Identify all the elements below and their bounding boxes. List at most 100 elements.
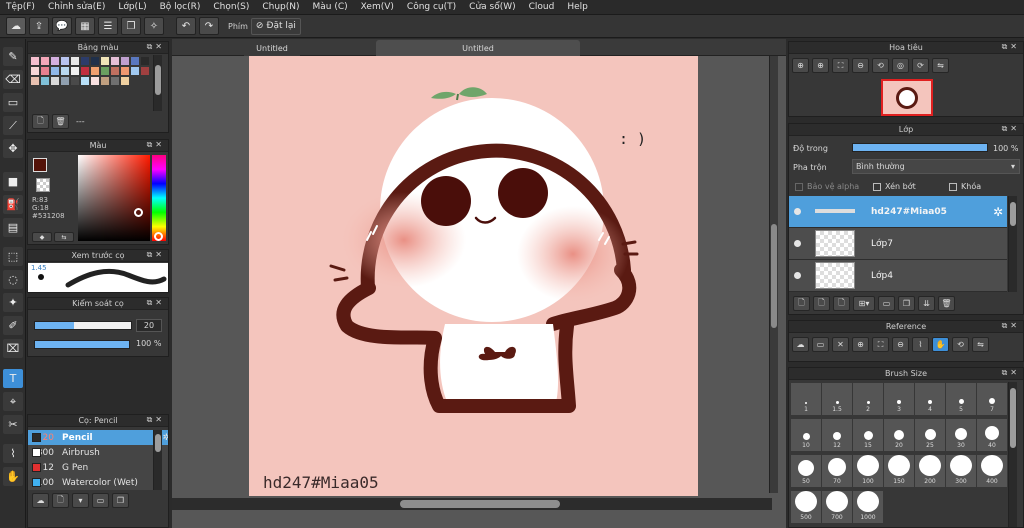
menu-item[interactable]: Xem(V) xyxy=(361,2,394,12)
zoom-in-icon[interactable]: ⊕ xyxy=(792,58,809,73)
ref-open-icon[interactable]: ▭ xyxy=(812,337,829,352)
ref-fit-icon[interactable]: ⛶ xyxy=(872,337,889,352)
palette-scrollbar[interactable] xyxy=(153,55,162,111)
palette-swatch[interactable] xyxy=(41,57,49,65)
divide-tool-icon[interactable]: ✂ xyxy=(3,415,23,434)
layer-opacity-slider[interactable] xyxy=(852,143,988,152)
lock-checkbox[interactable] xyxy=(949,182,957,191)
brush-opacity-slider[interactable] xyxy=(34,340,130,349)
operation-tool-icon[interactable]: ⌖ xyxy=(3,392,23,411)
brush-folder-icon[interactable]: ▭ xyxy=(92,493,109,508)
clipping-checkbox[interactable] xyxy=(873,182,881,191)
merge-layer-icon[interactable]: ⇊ xyxy=(918,296,935,311)
brush-list-scrollbar[interactable] xyxy=(153,430,162,490)
delete-layer-icon[interactable]: 🗑 xyxy=(938,296,955,311)
brush-size-cell[interactable]: 2 xyxy=(853,383,883,415)
text-tool-icon[interactable]: T xyxy=(3,369,23,388)
brush-size-input[interactable]: 20 xyxy=(136,319,162,332)
new-palette-icon[interactable]: 🗋 xyxy=(32,114,49,129)
primary-color-swatch[interactable] xyxy=(33,158,47,172)
brush-size-cell[interactable]: 300 xyxy=(946,455,976,487)
palette-swatch[interactable] xyxy=(121,57,129,65)
brush-size-cell[interactable]: 500 xyxy=(791,491,821,523)
panel-controls-icon[interactable]: ⧉✕ xyxy=(1002,321,1020,331)
brush-size-cell[interactable]: 20 xyxy=(884,419,914,451)
brush-list-item[interactable]: 20Pencil✲ xyxy=(28,430,168,445)
palette-swatch[interactable] xyxy=(111,77,119,85)
eyedropper-icon[interactable]: ⌇ xyxy=(3,444,23,463)
palette-swatch[interactable] xyxy=(91,57,99,65)
menu-item[interactable]: Bộ lọc(R) xyxy=(160,2,201,12)
brush-add-menu-icon[interactable]: ▾ xyxy=(72,493,89,508)
brush-size-cell[interactable]: 40 xyxy=(977,419,1007,451)
export-icon[interactable]: ⇪ xyxy=(29,17,49,35)
color-swap-button[interactable]: ⇆ xyxy=(54,232,74,242)
menu-item[interactable]: Màu (C) xyxy=(313,2,348,12)
brush-size-cell[interactable]: 25 xyxy=(915,419,945,451)
ref-zoom-out-icon[interactable]: ⊖ xyxy=(892,337,909,352)
palette-swatch[interactable] xyxy=(31,57,39,65)
palette-swatch[interactable] xyxy=(101,77,109,85)
ref-close-icon[interactable]: ✕ xyxy=(832,337,849,352)
brush-size-cell[interactable]: 7 xyxy=(977,383,1007,415)
list-icon[interactable]: ☰ xyxy=(98,17,118,35)
ref-eyedropper-icon[interactable]: ⌇ xyxy=(912,337,929,352)
zoom-in-alt-icon[interactable]: ⊕ xyxy=(812,58,829,73)
palette-swatch[interactable] xyxy=(81,67,89,75)
panel-controls-icon[interactable]: ⧉✕ xyxy=(1002,124,1020,134)
panel-controls-icon[interactable]: ⧉✕ xyxy=(147,298,165,308)
reset-button[interactable]: ⊘ Đặt lại xyxy=(250,17,301,35)
menu-item[interactable]: Chỉnh sửa(E) xyxy=(48,2,105,12)
brush-size-cell[interactable]: 5 xyxy=(946,383,976,415)
panel-controls-icon[interactable]: ⧉✕ xyxy=(147,42,165,52)
palette-swatch[interactable] xyxy=(61,67,69,75)
brush-size-scrollbar[interactable] xyxy=(1008,382,1017,527)
filter-icon[interactable]: ✧ xyxy=(144,17,164,35)
palette-swatch[interactable] xyxy=(61,57,69,65)
brush-size-slider[interactable] xyxy=(34,321,132,330)
palette-swatch[interactable] xyxy=(121,77,129,85)
panel-controls-icon[interactable]: ⧉✕ xyxy=(147,250,165,260)
eye-icon[interactable] xyxy=(794,272,801,279)
select-tool-icon[interactable]: ⬚ xyxy=(3,247,23,266)
rotate-right-icon[interactable]: ⟳ xyxy=(912,58,929,73)
brush-list-item[interactable]: 100 Watercolor (Wet) xyxy=(28,475,168,490)
blend-mode-select[interactable]: Bình thường ▾ xyxy=(852,159,1020,174)
gear-icon[interactable]: ✲ xyxy=(162,433,168,443)
palette-swatch[interactable] xyxy=(71,57,79,65)
select-eraser-icon[interactable]: ⌧ xyxy=(3,339,23,358)
zoom-out-icon[interactable]: ⊖ xyxy=(852,58,869,73)
rectangle-tool-icon[interactable]: ■ xyxy=(3,172,23,191)
add-layer-menu-icon[interactable]: ⊞▾ xyxy=(853,296,875,311)
menu-item[interactable]: Lớp(L) xyxy=(118,2,146,12)
menu-item[interactable]: Help xyxy=(567,2,588,12)
ref-rotate-icon[interactable]: ⟲ xyxy=(952,337,969,352)
new-layer-alt-icon[interactable]: 🗋 xyxy=(813,296,830,311)
brush-cloud-icon[interactable]: ☁ xyxy=(32,493,49,508)
eye-icon[interactable] xyxy=(794,208,801,215)
layer-scrollbar[interactable] xyxy=(1008,196,1017,292)
menu-item[interactable]: Cửa sổ(W) xyxy=(469,2,515,12)
canvas-v-scrollbar[interactable] xyxy=(769,56,778,493)
brush-tool-icon[interactable]: ✎ xyxy=(3,47,23,66)
palette-swatch[interactable] xyxy=(131,57,139,65)
protect-alpha-checkbox[interactable] xyxy=(795,182,803,191)
palette-swatch[interactable] xyxy=(51,67,59,75)
brush-size-cell[interactable]: 1.5 xyxy=(822,383,852,415)
eye-icon[interactable] xyxy=(794,240,801,247)
hand-tool-icon[interactable]: ✋ xyxy=(3,467,23,486)
brush-size-cell[interactable]: 700 xyxy=(822,491,852,523)
layer-row[interactable]: hd247#Miaa05 ✲ xyxy=(789,196,1007,228)
brush-size-cell[interactable]: 400 xyxy=(977,455,1007,487)
layer-folder-icon[interactable]: ▭ xyxy=(878,296,895,311)
brush-size-cell[interactable]: 50 xyxy=(791,455,821,487)
hue-slider[interactable] xyxy=(152,155,166,241)
panel-controls-icon[interactable]: ⧉✕ xyxy=(147,415,165,425)
menu-item[interactable]: Công cụ(T) xyxy=(407,2,456,12)
layers-icon[interactable]: ❐ xyxy=(121,17,141,35)
cloud-icon[interactable]: ☁ xyxy=(6,17,26,35)
panel-controls-icon[interactable]: ⧉✕ xyxy=(147,140,165,150)
redo-icon[interactable]: ↷ xyxy=(199,17,219,35)
undo-icon[interactable]: ↶ xyxy=(176,17,196,35)
palette-swatch[interactable] xyxy=(91,67,99,75)
